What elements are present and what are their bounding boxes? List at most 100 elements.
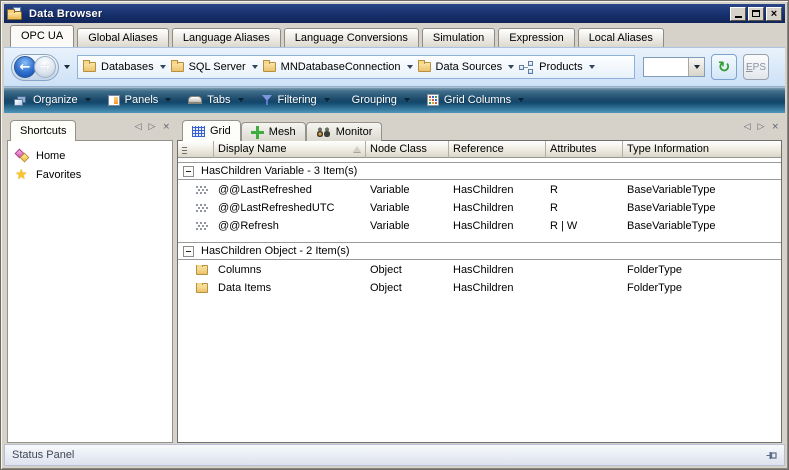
collapse-icon[interactable]	[183, 246, 194, 257]
table-row[interactable]: ColumnsObjectHasChildrenFolderType	[178, 261, 781, 279]
breadcrumb-item-products[interactable]: Products	[519, 61, 594, 74]
column-header-attributes[interactable]: Attributes	[546, 141, 623, 158]
cell-type-information: BaseVariableType	[623, 220, 781, 232]
scroll-left-icon[interactable]: ◁	[744, 123, 751, 132]
close-panel-icon[interactable]: ×	[162, 123, 170, 132]
column-header-type-information[interactable]: Type Information	[623, 141, 781, 158]
chevron-down-icon[interactable]	[252, 65, 258, 69]
refresh-button[interactable]: ↻	[711, 54, 737, 80]
tab-shortcuts[interactable]: Shortcuts	[10, 120, 76, 141]
chevron-down-icon[interactable]	[589, 65, 595, 69]
variable-icon	[196, 186, 208, 195]
chevron-down-icon[interactable]	[165, 98, 171, 102]
main-tab-language-aliases[interactable]: Language Aliases	[172, 28, 281, 47]
view-tab-grid[interactable]: Grid	[182, 120, 241, 141]
group-label: HasChildren Variable - 3 Item(s)	[201, 165, 357, 177]
shortcut-item-favorites[interactable]: Favorites	[8, 165, 172, 184]
toolbar-item-tabs[interactable]: Tabs	[188, 94, 243, 106]
cell-display-name: @@LastRefreshedUTC	[214, 202, 366, 214]
combo-dropdown-button[interactable]	[688, 58, 704, 76]
chevron-down-icon[interactable]	[238, 98, 244, 102]
toolbar-item-grid-columns[interactable]: Grid Columns	[427, 94, 524, 106]
main-tab-expression[interactable]: Expression	[498, 28, 574, 47]
table-row[interactable]: @@LastRefreshedVariableHasChildrenRBaseV…	[178, 181, 781, 199]
forward-button[interactable]: →	[34, 56, 56, 78]
history-dropdown-icon[interactable]	[64, 65, 70, 69]
main-tab-opc-ua[interactable]: OPC UA	[10, 25, 74, 47]
breadcrumb-item-sql-server[interactable]: SQL Server	[171, 61, 258, 73]
address-combo[interactable]	[643, 57, 705, 77]
scroll-left-icon[interactable]: ◁	[135, 123, 142, 132]
nodes-icon	[519, 61, 534, 74]
filter-icon	[261, 95, 273, 106]
toolbar-item-organize[interactable]: Organize	[14, 94, 91, 106]
address-combo-value[interactable]	[644, 58, 688, 76]
cell-type-information: BaseVariableType	[623, 184, 781, 196]
view-tab-strip: Grid Mesh Monitor	[180, 116, 382, 140]
cell-node-class: Variable	[366, 202, 449, 214]
app-folder-icon	[7, 7, 24, 21]
column-header-reference[interactable]: Reference	[449, 141, 546, 158]
folder-icon	[418, 62, 431, 72]
column-header-display-name[interactable]: Display Name	[214, 141, 366, 158]
chevron-down-icon[interactable]	[407, 65, 413, 69]
main-tab-language-conversions[interactable]: Language Conversions	[284, 28, 419, 47]
folder-icon	[196, 265, 208, 275]
favorites-star-icon	[15, 168, 30, 181]
status-text: Status Panel	[12, 449, 74, 461]
column-header-label: Attributes	[550, 143, 596, 155]
toolbar-item-panels[interactable]: Panels	[108, 94, 172, 106]
breadcrumb-item-mndatabaseconnection[interactable]: MNDatabaseConnection	[263, 61, 413, 73]
minimize-button[interactable]	[730, 7, 746, 21]
table-row[interactable]: @@RefreshVariableHasChildrenR | WBaseVar…	[178, 217, 781, 235]
shortcut-label: Favorites	[36, 169, 81, 181]
pin-button[interactable]	[766, 450, 777, 461]
scroll-right-icon[interactable]: ▷	[149, 123, 156, 132]
eps-label: EPS	[746, 62, 766, 73]
toolbar-item-filtering[interactable]: Filtering	[261, 94, 330, 106]
cell-attributes: R	[546, 184, 623, 196]
view-tab-label: Mesh	[269, 122, 296, 142]
variable-icon	[196, 222, 208, 231]
view-tab-monitor[interactable]: Monitor	[306, 122, 383, 141]
table-row[interactable]: Data ItemsObjectHasChildrenFolderType	[178, 279, 781, 297]
view-tab-mesh[interactable]: Mesh	[241, 122, 306, 141]
breadcrumb-item-data-sources[interactable]: Data Sources	[418, 61, 515, 73]
grid-panel: Grid Mesh Monitor ◁ ▷ × Display Name Node C…	[177, 116, 782, 443]
monitor-icon	[316, 127, 331, 138]
column-header-selector[interactable]	[178, 141, 214, 158]
column-header-label: Node Class	[370, 143, 427, 155]
breadcrumb-item-databases[interactable]: Databases	[83, 61, 166, 73]
view-tab-label: Grid	[210, 121, 231, 141]
back-button[interactable]: ←	[14, 56, 36, 78]
group-label: HasChildren Object - 2 Item(s)	[201, 245, 350, 257]
toolbar-item-grouping[interactable]: Grouping	[347, 94, 410, 106]
row-icon-cell	[178, 222, 214, 231]
maximize-button[interactable]	[748, 7, 764, 21]
cell-display-name: Data Items	[214, 282, 366, 294]
cell-node-class: Object	[366, 264, 449, 276]
shortcut-label: Home	[36, 150, 65, 162]
chevron-down-icon[interactable]	[508, 65, 514, 69]
chevron-down-icon[interactable]	[160, 65, 166, 69]
group-header[interactable]: HasChildren Object - 2 Item(s)	[178, 242, 781, 260]
maximize-icon	[752, 10, 760, 17]
group-header[interactable]: HasChildren Variable - 3 Item(s)	[178, 162, 781, 180]
main-tab-local-aliases[interactable]: Local Aliases	[578, 28, 664, 47]
collapse-icon[interactable]	[183, 166, 194, 177]
column-header-node-class[interactable]: Node Class	[366, 141, 449, 158]
eps-button[interactable]: EPS	[743, 54, 769, 80]
chevron-down-icon[interactable]	[324, 98, 330, 102]
chevron-down-icon[interactable]	[518, 98, 524, 102]
close-panel-icon[interactable]: ×	[771, 123, 779, 132]
table-row[interactable]: @@LastRefreshedUTCVariableHasChildrenRBa…	[178, 199, 781, 217]
chevron-down-icon[interactable]	[85, 98, 91, 102]
close-button[interactable]: ×	[766, 7, 782, 21]
chevron-down-icon[interactable]	[404, 98, 410, 102]
main-tab-simulation[interactable]: Simulation	[422, 28, 495, 47]
main-tab-global-aliases[interactable]: Global Aliases	[77, 28, 169, 47]
nav-buttons: ← →	[11, 54, 59, 81]
breadcrumb-label: MNDatabaseConnection	[281, 61, 401, 73]
scroll-right-icon[interactable]: ▷	[758, 123, 765, 132]
shortcut-item-home[interactable]: Home	[8, 146, 172, 165]
